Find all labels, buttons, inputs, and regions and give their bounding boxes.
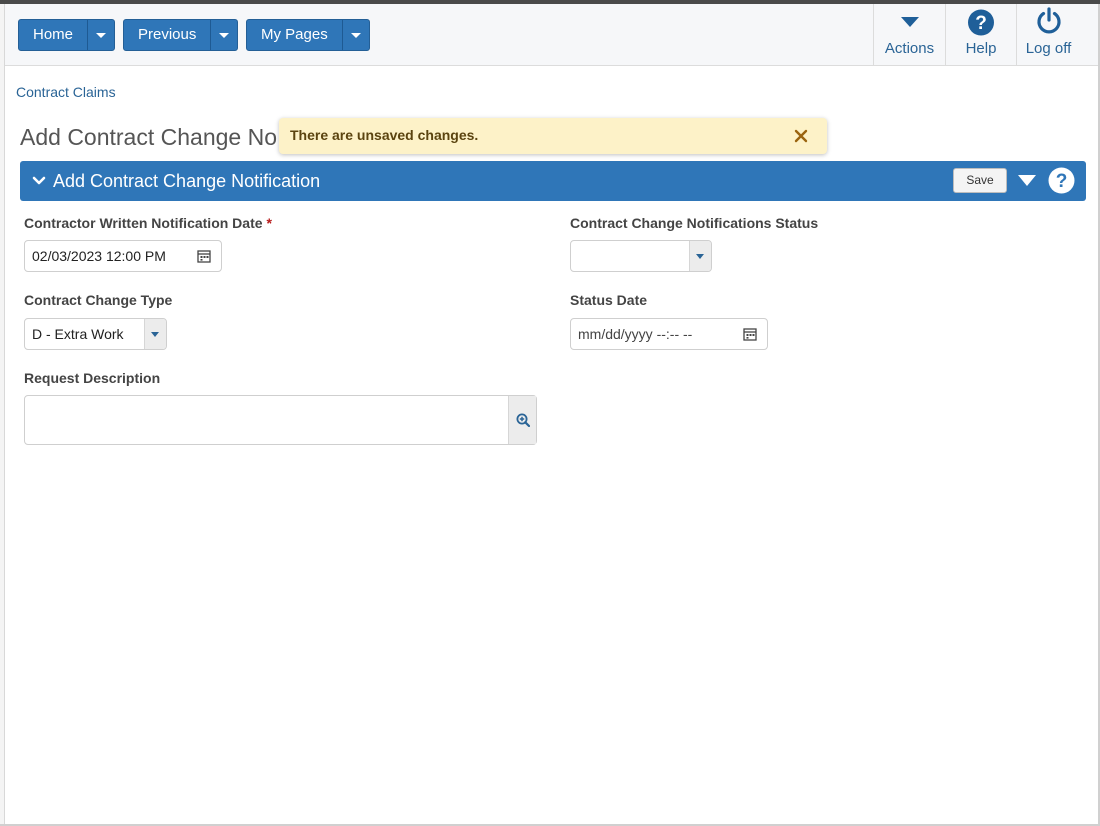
power-icon [1036, 7, 1061, 34]
chevron-down-icon[interactable] [32, 174, 46, 188]
unsaved-changes-toast: There are unsaved changes. [279, 118, 827, 154]
left-edge [0, 4, 5, 826]
previous-split-button: Previous [123, 19, 239, 51]
calendar-icon[interactable] [197, 249, 211, 263]
caret-down-icon[interactable] [1018, 175, 1036, 186]
mypages-button[interactable]: My Pages [247, 20, 342, 50]
page-title: Add Contract Change No [20, 124, 277, 150]
close-icon[interactable] [793, 128, 809, 144]
change-type-label: Contract Change Type [24, 292, 173, 308]
breadcrumb-contract-claims[interactable]: Contract Claims [16, 84, 116, 100]
status-select[interactable] [570, 240, 712, 272]
previous-dropdown-caret[interactable] [210, 20, 237, 50]
panel-title: Add Contract Change Notification [53, 171, 321, 191]
app-header: Home Previous My Pages Actions ? Help Lo… [5, 4, 1098, 66]
change-type-select[interactable]: D - Extra Work [24, 318, 167, 350]
toast-message: There are unsaved changes. [290, 127, 479, 143]
svg-text:?: ? [1056, 171, 1068, 192]
svg-text:?: ? [975, 13, 987, 34]
mypages-dropdown-caret[interactable] [341, 20, 369, 50]
required-marker: * [266, 215, 272, 231]
actions-menu[interactable]: Actions [873, 4, 945, 66]
panel-header: Add Contract Change Notification Save ? [20, 161, 1086, 201]
zoom-in-icon [516, 413, 530, 427]
request-description-input[interactable] [24, 395, 537, 445]
help-icon[interactable]: ? [1048, 167, 1075, 194]
actions-label: Actions [884, 40, 935, 57]
mypages-split-button: My Pages [246, 19, 370, 51]
status-date-label: Status Date [570, 292, 648, 308]
logoff-button[interactable]: Log off [1016, 4, 1080, 66]
request-description-label: Request Description [24, 370, 161, 386]
zoom-button[interactable] [508, 396, 536, 444]
home-dropdown-caret[interactable] [87, 20, 114, 50]
status-dropdown-caret[interactable] [689, 241, 711, 271]
help-icon: ? [968, 9, 994, 36]
logoff-label: Log off [1025, 40, 1072, 57]
caret-down-icon [900, 17, 919, 27]
home-button[interactable]: Home [19, 20, 87, 50]
save-button[interactable]: Save [953, 168, 1007, 193]
previous-button[interactable]: Previous [124, 20, 210, 50]
notification-date-input[interactable]: 02/03/2023 12:00 PM [24, 240, 222, 272]
help-label: Help [965, 40, 997, 57]
status-date-input[interactable]: mm/dd/yyyy --:-- -- [570, 318, 768, 350]
help-button[interactable]: ? Help [945, 4, 1016, 66]
calendar-icon[interactable] [743, 327, 757, 341]
home-split-button: Home [18, 19, 116, 51]
change-type-dropdown-caret[interactable] [144, 319, 166, 349]
notification-date-label: Contractor Written Notification Date * [24, 215, 272, 231]
status-label: Contract Change Notifications Status [570, 215, 819, 231]
